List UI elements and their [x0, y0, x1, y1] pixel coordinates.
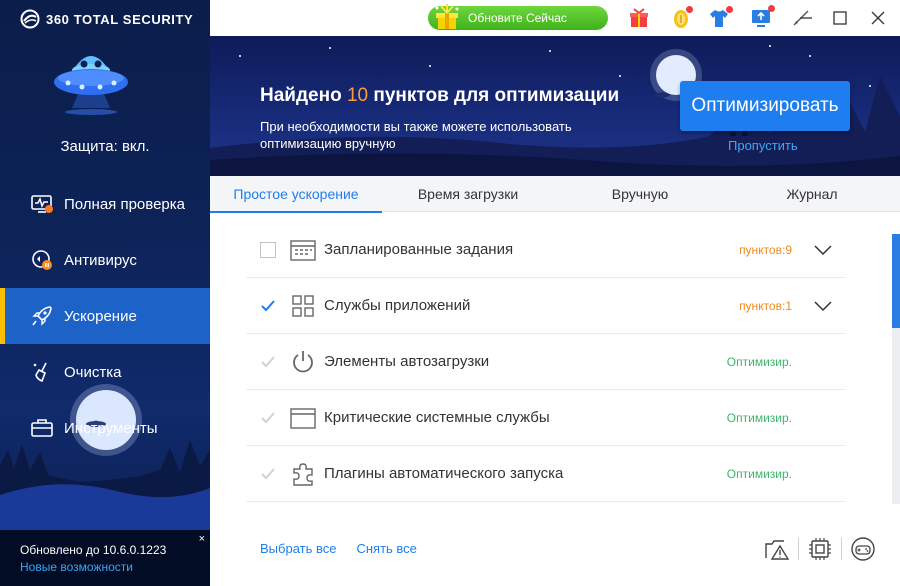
sidebar: 360 TOTAL SECURITY Защита: вкл. Полная п…	[0, 0, 210, 586]
sidebar-item-cleanup[interactable]: Очистка	[0, 344, 210, 400]
list-item: Элементы автозагрузки Оптимизир.	[246, 334, 846, 390]
found-count: 10	[346, 85, 369, 106]
row-status: Оптимизир.	[726, 467, 792, 481]
close-icon[interactable]	[868, 8, 888, 28]
row-status: пунктов:9	[739, 243, 792, 257]
sidebar-item-full-scan[interactable]: Полная проверка	[0, 176, 210, 232]
list-item: Плагины автоматического запуска Оптимизи…	[246, 446, 846, 502]
sidebar-item-label: Ускорение	[64, 307, 137, 325]
scrollbar-thumb[interactable]	[892, 234, 900, 328]
gift-box-icon	[435, 4, 459, 29]
tab-manual[interactable]: Вручную	[554, 176, 726, 212]
optimize-button[interactable]: Оптимизировать	[680, 81, 850, 131]
brand-name: 360 TOTAL SECURITY	[46, 11, 194, 27]
row-checkbox[interactable]	[260, 354, 276, 370]
ufo-mascot-icon	[54, 56, 128, 115]
update-now-label: Обновите Сейчас	[468, 11, 567, 25]
row-status: пунктов:1	[739, 299, 792, 313]
tshirt-notification-dot	[726, 6, 733, 13]
toolbox-icon	[31, 419, 53, 437]
list-item: Запланированные задания пунктов:9	[246, 222, 846, 278]
puzzle-icon	[293, 463, 313, 486]
row-status: Оптимизир.	[726, 355, 792, 369]
row-label: Плагины автоматического запуска	[324, 465, 564, 482]
row-label: Службы приложений	[324, 297, 471, 314]
logo-360-icon	[20, 9, 40, 29]
bottom-separator	[798, 538, 799, 560]
minimize-icon[interactable]	[796, 8, 816, 28]
row-label: Критические системные службы	[324, 409, 550, 426]
power-icon	[293, 351, 313, 373]
rocket-icon	[32, 306, 52, 326]
select-all-link[interactable]: Выбрать все	[260, 541, 336, 556]
warning-icon[interactable]	[764, 536, 790, 562]
chevron-down-icon[interactable]	[814, 300, 832, 312]
bottom-tools	[764, 536, 876, 562]
whats-new-link[interactable]: Новые возможности	[20, 560, 210, 574]
broom-icon	[33, 362, 47, 383]
row-checkbox[interactable]	[260, 242, 276, 258]
skip-link[interactable]: Пропустить	[728, 138, 798, 153]
tab-log[interactable]: Журнал	[726, 176, 898, 212]
sidebar-item-label: Инструменты	[64, 419, 158, 437]
tab-bar: Простое ускорение Время загрузки Вручную…	[210, 176, 900, 213]
footer-close-icon[interactable]: ×	[199, 533, 205, 545]
sidebar-nav: Полная проверка Антивирус Ускорение Очис…	[0, 176, 210, 456]
grid-icon	[292, 295, 314, 317]
protection-status: Защита: вкл.	[60, 138, 150, 155]
sidebar-item-label: Полная проверка	[64, 195, 185, 213]
row-label: Элементы автозагрузки	[324, 353, 490, 370]
deselect-all-link[interactable]: Снять все	[356, 541, 416, 556]
full-scan-icon	[31, 195, 53, 213]
sidebar-item-tools[interactable]: Инструменты	[0, 400, 210, 456]
medal-notification-dot	[686, 6, 693, 13]
list-item: Службы приложений пунктов:1	[246, 278, 846, 334]
row-checkbox[interactable]	[260, 410, 276, 426]
gamepad-icon[interactable]	[850, 536, 876, 562]
sidebar-item-speedup[interactable]: Ускорение	[0, 288, 210, 344]
window-icon	[290, 408, 316, 429]
sidebar-item-antivirus[interactable]: Антивирус	[0, 232, 210, 288]
chip-icon[interactable]	[807, 536, 833, 562]
banner-title: Найдено 10 пунктов для оптимизации	[260, 85, 620, 106]
monitor-notification-dot	[768, 5, 775, 12]
brand-logo: 360 TOTAL SECURITY	[20, 9, 193, 29]
update-now-button[interactable]: Обновите Сейчас	[428, 4, 608, 30]
optimization-list: Запланированные задания пунктов:9 Службы…	[246, 222, 846, 502]
row-checkbox[interactable]	[260, 298, 276, 314]
sidebar-footer: Обновлено до 10.6.0.1223 Новые возможнос…	[0, 530, 210, 586]
calendar-icon	[290, 240, 316, 261]
result-banner: Найдено 10 пунктов для оптимизации При н…	[210, 36, 900, 176]
tab-boot-time[interactable]: Время загрузки	[382, 176, 554, 212]
list-scrollbar[interactable]	[892, 234, 900, 504]
sidebar-item-label: Очистка	[64, 363, 122, 381]
row-label: Запланированные задания	[324, 241, 514, 258]
tab-simple-speedup[interactable]: Простое ускорение	[210, 176, 382, 213]
bottom-separator	[841, 538, 842, 560]
title-bar: Обновите Сейчас	[210, 0, 900, 36]
maximize-icon[interactable]	[830, 8, 850, 28]
banner-subtitle: При необходимости вы также можете исполь…	[260, 119, 572, 151]
chevron-down-icon[interactable]	[814, 244, 832, 256]
row-checkbox[interactable]	[260, 466, 276, 482]
row-status: Оптимизир.	[726, 411, 792, 425]
version-text: Обновлено до 10.6.0.1223	[20, 543, 167, 557]
antivirus-icon	[32, 250, 52, 270]
sidebar-item-label: Антивирус	[64, 251, 137, 269]
gift-icon[interactable]	[628, 7, 650, 29]
selection-links: Выбрать все Снять все	[260, 541, 417, 556]
list-item: Критические системные службы Оптимизир.	[246, 390, 846, 446]
